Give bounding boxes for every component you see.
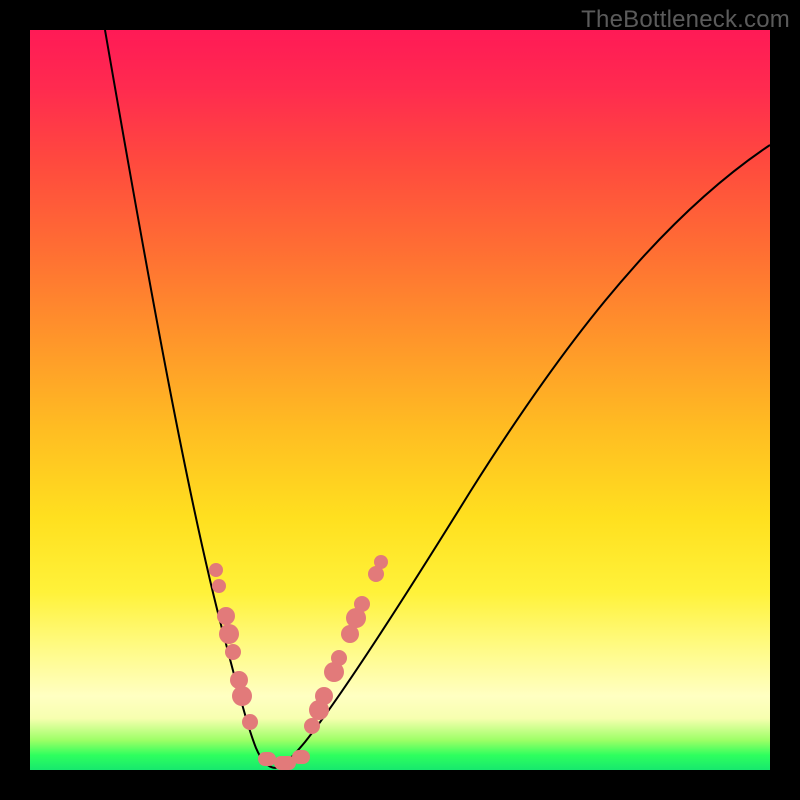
scatter-left-group — [209, 563, 258, 730]
chart-svg — [30, 30, 770, 770]
scatter-point — [217, 607, 235, 625]
scatter-point — [315, 687, 333, 705]
bottom-blob — [292, 750, 310, 764]
scatter-point — [219, 624, 239, 644]
scatter-point — [225, 644, 241, 660]
right-curve — [275, 145, 770, 768]
watermark-text: TheBottleneck.com — [581, 6, 790, 34]
scatter-point — [354, 596, 370, 612]
left-curve — [105, 30, 275, 768]
scatter-point — [212, 579, 226, 593]
bottom-blob-group — [258, 750, 310, 770]
scatter-point — [331, 650, 347, 666]
scatter-point — [230, 671, 248, 689]
scatter-right-group — [304, 555, 388, 734]
scatter-point — [232, 686, 252, 706]
scatter-point — [209, 563, 223, 577]
scatter-point — [242, 714, 258, 730]
chart-frame: TheBottleneck.com — [0, 0, 800, 800]
scatter-point — [304, 718, 320, 734]
plot-area — [30, 30, 770, 770]
scatter-point — [374, 555, 388, 569]
bottom-blob — [258, 752, 276, 766]
